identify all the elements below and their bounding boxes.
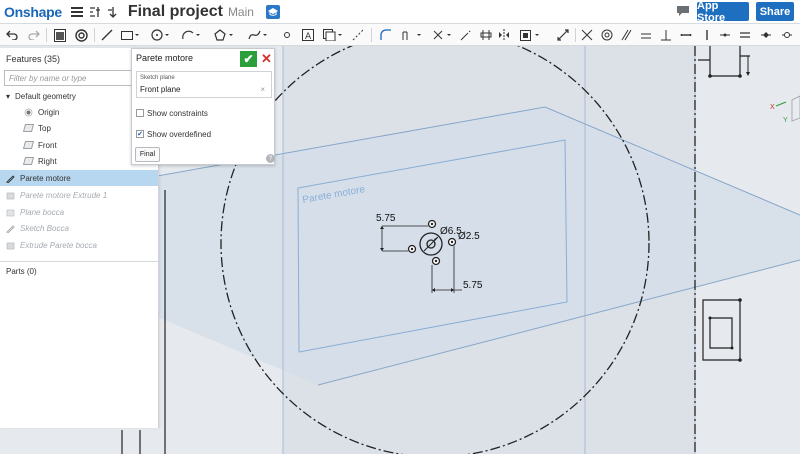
rectangle-tool-icon[interactable] xyxy=(120,27,140,43)
geometry-item-label: Top xyxy=(38,123,51,133)
undo-icon[interactable] xyxy=(5,27,19,43)
plane-icon xyxy=(22,141,35,149)
sketch-plane-field[interactable]: Sketch plane Front plane × xyxy=(136,71,272,98)
mirror-tool-icon[interactable] xyxy=(497,27,511,43)
vertical-constraint-icon[interactable] xyxy=(700,27,714,43)
redo-icon[interactable] xyxy=(27,27,41,43)
fix-constraint-icon[interactable] xyxy=(759,27,773,43)
circle-tool-icon[interactable] xyxy=(150,27,170,43)
default-geometry-label: Default geometry xyxy=(15,91,76,101)
feature-item-label: Sketch Bocca xyxy=(20,223,69,233)
transform-tool-icon[interactable] xyxy=(519,27,541,43)
construction-icon[interactable] xyxy=(351,27,365,43)
document-title[interactable]: Final project xyxy=(128,3,223,21)
feature-item-label: Parete motore Extrude 1 xyxy=(20,190,108,200)
plane-icon xyxy=(6,208,15,217)
concentric-constraint-icon[interactable] xyxy=(600,27,614,43)
list-settings-icon[interactable] xyxy=(86,3,104,21)
midpoint-constraint-icon[interactable] xyxy=(718,27,732,43)
variable-icon[interactable] xyxy=(73,27,89,43)
branch-name[interactable]: Main xyxy=(228,5,254,19)
line-tool-icon[interactable] xyxy=(99,27,115,43)
geometry-item-label: Right xyxy=(38,156,57,166)
split-tool-icon[interactable] xyxy=(479,27,493,43)
point-tool-icon[interactable] xyxy=(281,27,293,43)
origin-icon xyxy=(24,108,33,117)
tangent-constraint-icon[interactable] xyxy=(639,27,653,43)
feature-item-extrude-1[interactable]: Parete motore Extrude 1 xyxy=(0,187,158,203)
final-button[interactable]: Final xyxy=(135,147,160,162)
geometry-item-label: Origin xyxy=(38,107,60,117)
use-tool-icon[interactable] xyxy=(322,27,344,43)
extrude-icon xyxy=(6,191,15,200)
feature-item-extrude-parete-bocca[interactable]: Extrude Parete bocca xyxy=(0,237,158,253)
show-constraints-label: Show constraints xyxy=(147,108,208,118)
svg-text:A: A xyxy=(305,32,312,41)
sketch-icon xyxy=(6,174,15,183)
sketch-icon xyxy=(6,224,15,233)
coincident-constraint-icon[interactable] xyxy=(580,27,594,43)
horizontal-constraint-icon[interactable] xyxy=(679,27,693,43)
insert-icon[interactable] xyxy=(104,3,122,21)
feature-item-plane-bocca[interactable]: Plane bocca xyxy=(0,204,158,220)
share-button[interactable]: Share xyxy=(756,2,794,21)
feature-item-parete-motore[interactable]: Parete motore xyxy=(0,170,158,186)
onshape-logo[interactable]: Onshape xyxy=(4,4,62,20)
comment-icon[interactable] xyxy=(676,5,690,17)
cancel-close-icon[interactable]: ✕ xyxy=(259,51,274,67)
learning-center-icon[interactable] xyxy=(265,4,280,19)
dimension-horizontal-label[interactable]: 5.75 xyxy=(463,280,483,291)
sketch-plane-label: Sketch plane xyxy=(140,75,175,81)
geometry-item-label: Front xyxy=(38,140,57,150)
sketch-plane-value: Front plane xyxy=(140,85,181,94)
plane-icon xyxy=(22,157,35,165)
feature-item-label: Plane bocca xyxy=(20,207,65,217)
show-overdefined-checkbox[interactable]: ✔ xyxy=(136,130,144,138)
clear-plane-icon[interactable]: × xyxy=(260,85,265,94)
feature-list-icon[interactable] xyxy=(52,27,68,43)
extend-tool-icon[interactable] xyxy=(459,27,473,43)
view-cube-y-label: Y xyxy=(783,117,788,124)
app-store-button[interactable]: App Store xyxy=(697,0,749,24)
accept-checkmark-icon[interactable]: ✔ xyxy=(240,51,257,67)
small-diameter-label[interactable]: Ø2.5 xyxy=(458,231,480,242)
arc-tool-icon[interactable] xyxy=(181,27,201,43)
text-tool-icon[interactable]: A xyxy=(301,27,315,43)
dimension-vertical-label[interactable]: 5.75 xyxy=(376,213,396,224)
show-overdefined-option[interactable]: ✔ Show overdefined xyxy=(136,128,211,140)
top-header: Onshape Final project Main App Store Sha… xyxy=(0,0,800,24)
extrude-icon xyxy=(6,241,15,250)
parts-list-header[interactable]: Parts (0) xyxy=(0,261,158,281)
perpendicular-constraint-icon[interactable] xyxy=(659,27,673,43)
parallel-constraint-icon[interactable] xyxy=(619,27,633,43)
hamburger-menu-icon[interactable] xyxy=(68,3,86,21)
offset-tool-icon[interactable] xyxy=(401,27,423,43)
spline-tool-icon[interactable] xyxy=(247,27,269,43)
trim-tool-icon[interactable] xyxy=(431,27,453,43)
polygon-tool-icon[interactable] xyxy=(213,27,235,43)
onshape-app: Onshape Final project Main App Store Sha… xyxy=(0,0,800,454)
plane-icon xyxy=(22,124,35,132)
view-cube-x-label: X xyxy=(770,104,775,111)
help-icon[interactable]: ? xyxy=(266,154,275,163)
show-overdefined-label: Show overdefined xyxy=(147,129,212,139)
pierce-constraint-icon[interactable] xyxy=(780,27,794,43)
sketch-toolbar: A xyxy=(0,24,800,46)
dimension-tool-icon[interactable] xyxy=(556,27,570,43)
feature-item-label: Extrude Parete bocca xyxy=(20,240,97,250)
show-constraints-option[interactable]: Show constraints xyxy=(136,107,208,119)
fillet-tool-icon[interactable] xyxy=(379,27,393,43)
feature-item-label: Parete motore xyxy=(20,173,71,183)
chevron-down-icon[interactable]: ▾ xyxy=(6,92,10,101)
sketch-dialog: Parete motore ✔ ✕ Sketch plane Front pla… xyxy=(131,48,275,165)
sketch-dialog-title[interactable]: Parete motore xyxy=(136,53,193,63)
show-constraints-checkbox[interactable] xyxy=(136,109,144,117)
equal-constraint-icon[interactable] xyxy=(738,27,752,43)
feature-item-sketch-bocca[interactable]: Sketch Bocca xyxy=(0,220,158,236)
